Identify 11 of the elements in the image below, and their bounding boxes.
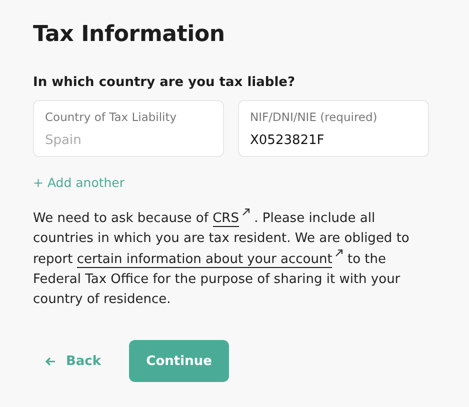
info-link[interactable]: certain information about your account bbox=[76, 252, 332, 268]
arrow-left-icon bbox=[45, 356, 56, 366]
explanation-paragraph: We need to ask because of CRS . Please include all countries in which you are tax resident. We are obliged to report certain information about your account to the Federal Tax Office for the purpose of sharing it with your country of residence. bbox=[33, 208, 438, 310]
page-title: Tax Information bbox=[33, 22, 226, 47]
back-button[interactable]: Back bbox=[45, 354, 102, 368]
continue-button[interactable]: Continue bbox=[129, 340, 230, 382]
info-link[interactable]: CRS bbox=[212, 211, 239, 227]
field-label: NIF/DNI/NIE (required) bbox=[250, 110, 378, 124]
question-label: In which country are you tax liable? bbox=[33, 75, 296, 90]
field-label: Country of Tax Liability bbox=[45, 110, 177, 124]
add-another-link[interactable]: + Add another bbox=[33, 175, 125, 190]
